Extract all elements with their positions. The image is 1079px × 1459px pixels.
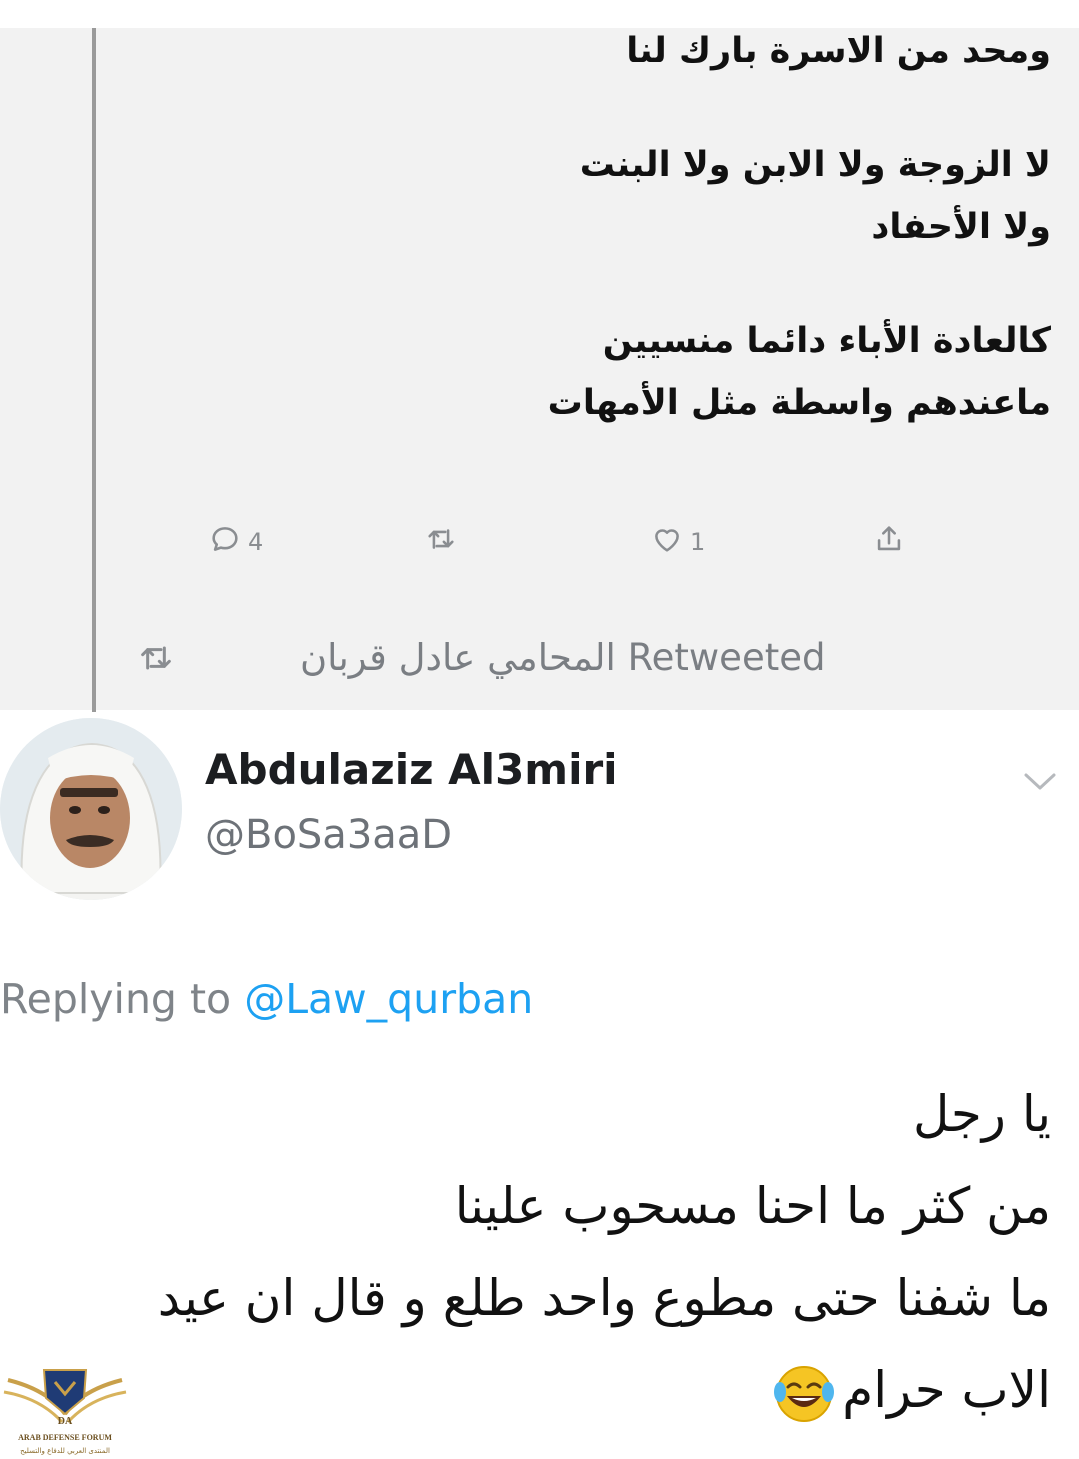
- reply-tweet-line: يا رجل: [913, 1085, 1051, 1143]
- watermark-name-en: ARAB DEFENSE FORUM: [18, 1433, 112, 1442]
- replying-to-mention-link[interactable]: @Law_qurban: [244, 975, 533, 1023]
- thread-connector-line: [92, 28, 96, 712]
- speech-bubble-icon: [208, 522, 242, 562]
- replying-to-line: Replying to @Law_qurban: [0, 975, 533, 1023]
- user-handle[interactable]: @BoSa3aaD: [205, 812, 452, 858]
- quoted-tweet-line: كالعادة الأباء دائما منسيين: [602, 321, 1051, 361]
- reply-tweet-line: ما شفنا حتى مطوع واحد طلع و قال ان عيد: [157, 1269, 1051, 1327]
- share-button[interactable]: [872, 512, 906, 572]
- chevron-down-icon[interactable]: [1020, 768, 1060, 794]
- quoted-tweet-line: ماعندهم واسطة مثل الأمهات: [547, 383, 1051, 423]
- reply-count: 4: [248, 528, 264, 556]
- quoted-tweet-line: ولا الأحفاد: [871, 207, 1051, 247]
- reply-tweet-line: من كثر ما احنا مسحوب علينا: [454, 1177, 1051, 1235]
- quoted-tweet-line: ومحد من الاسرة بارك لنا: [626, 31, 1051, 71]
- tweet-action-bar: 4 1: [0, 512, 1079, 572]
- replying-to-label: Replying to: [0, 975, 245, 1023]
- like-button[interactable]: 1: [650, 512, 705, 572]
- display-name[interactable]: Abdulaziz Al3miri: [205, 745, 618, 794]
- retweeted-banner: المحامي عادل قربان Retweeted: [0, 628, 1079, 688]
- face-with-tears-of-joy-icon: [772, 1362, 836, 1426]
- retweet-button[interactable]: [424, 512, 464, 572]
- reply-tweet-line: الاب حرام: [842, 1361, 1051, 1419]
- forum-watermark-logo: DA ARAB DEFENSE FORUM المنتدى العربي للد…: [0, 1360, 130, 1459]
- quoted-tweet-text: ومحد من الاسرة بارك لنا لا الزوجة ولا ال…: [151, 20, 1051, 434]
- retweet-arrows-icon: [134, 638, 178, 678]
- avatar[interactable]: [0, 718, 182, 900]
- retweet-arrows-icon: [424, 522, 458, 562]
- share-upload-icon: [872, 522, 906, 562]
- retweeted-by-text[interactable]: المحامي عادل قربان Retweeted: [300, 628, 825, 688]
- reply-tweet-last-line: الاب حرام: [11, 1344, 1051, 1436]
- heart-icon: [650, 522, 684, 562]
- quoted-tweet-line: لا الزوجة ولا الابن ولا البنت: [579, 145, 1051, 185]
- watermark-name-ar: المنتدى العربي للدفاع والتسليح: [20, 1447, 110, 1455]
- reply-button[interactable]: 4: [208, 512, 263, 572]
- reply-tweet-text: يا رجل من كثر ما احنا مسحوب علينا ما شفن…: [11, 1068, 1051, 1436]
- like-count: 1: [690, 528, 706, 556]
- watermark-letters: DA: [58, 1416, 73, 1427]
